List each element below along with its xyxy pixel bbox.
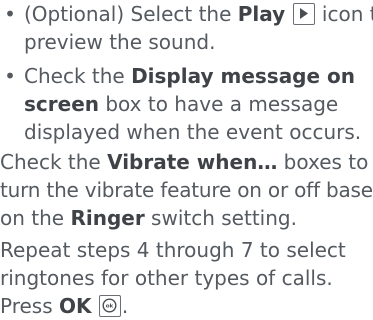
play-label: Play — [237, 2, 286, 26]
bullet-item: • (Optional) Select the Play icon to pre… — [0, 0, 373, 56]
repeat-paragraph: Repeat steps 4 through 7 to select ringt… — [0, 236, 373, 292]
vibrate-line1: Check the Vibrate when… boxes to — [0, 148, 373, 176]
bullet-play: • (Optional) Select the Play icon to pre… — [0, 0, 373, 56]
repeat-line2: ringtones for other types of calls. — [0, 266, 333, 290]
bullet-display-message: • Check the Display message on screen bo… — [0, 62, 373, 146]
ok-key-icon: ok — [98, 295, 121, 317]
play-icon — [292, 3, 315, 25]
press-suffix: . — [121, 294, 129, 318]
ok-label: OK — [59, 294, 92, 318]
press-ok-paragraph: Press OK ok. — [0, 292, 373, 320]
vibrate-line3: on the Ringer switch setting. — [0, 204, 373, 232]
display-suffix: box to have a message — [99, 92, 339, 116]
display-prefix: Check the — [24, 64, 132, 88]
bullet-display-line3: displayed when the event occurs. — [24, 120, 362, 144]
vibrate-line3-suffix: switch setting. — [144, 206, 297, 230]
vibrate-line3-prefix: on the — [0, 206, 71, 230]
bullet-display-line1: Check the Display message on — [24, 62, 373, 90]
press-prefix: Press — [0, 294, 59, 318]
bullet-dot: • — [4, 64, 16, 88]
bullet-item: • Check the Display message on screen bo… — [0, 62, 373, 146]
display-label-2: screen — [24, 92, 99, 116]
play-suffix: icon to — [321, 2, 373, 26]
instruction-page: • (Optional) Select the Play icon to pre… — [0, 0, 373, 319]
vibrate-prefix: Check the — [0, 150, 108, 174]
vibrate-label: Vibrate when… — [107, 150, 278, 174]
svg-text:ok: ok — [106, 304, 114, 310]
display-label-1: Display message on — [131, 64, 356, 88]
vibrate-mid: boxes to — [277, 150, 369, 174]
bullet-play-line1: (Optional) Select the Play icon to — [24, 0, 373, 28]
repeat-line1: Repeat steps 4 through 7 to select — [0, 238, 346, 262]
bullet-dot: • — [4, 2, 16, 26]
ringer-label: Ringer — [70, 206, 145, 230]
bullet-display-line2: screen box to have a message — [24, 90, 373, 118]
vibrate-line2: turn the vibrate feature on or off based — [0, 178, 373, 202]
play-prefix: (Optional) Select the — [24, 2, 238, 26]
vibrate-paragraph: Check the Vibrate when… boxes to turn th… — [0, 148, 373, 232]
bullet-play-line2: preview the sound. — [24, 30, 216, 54]
